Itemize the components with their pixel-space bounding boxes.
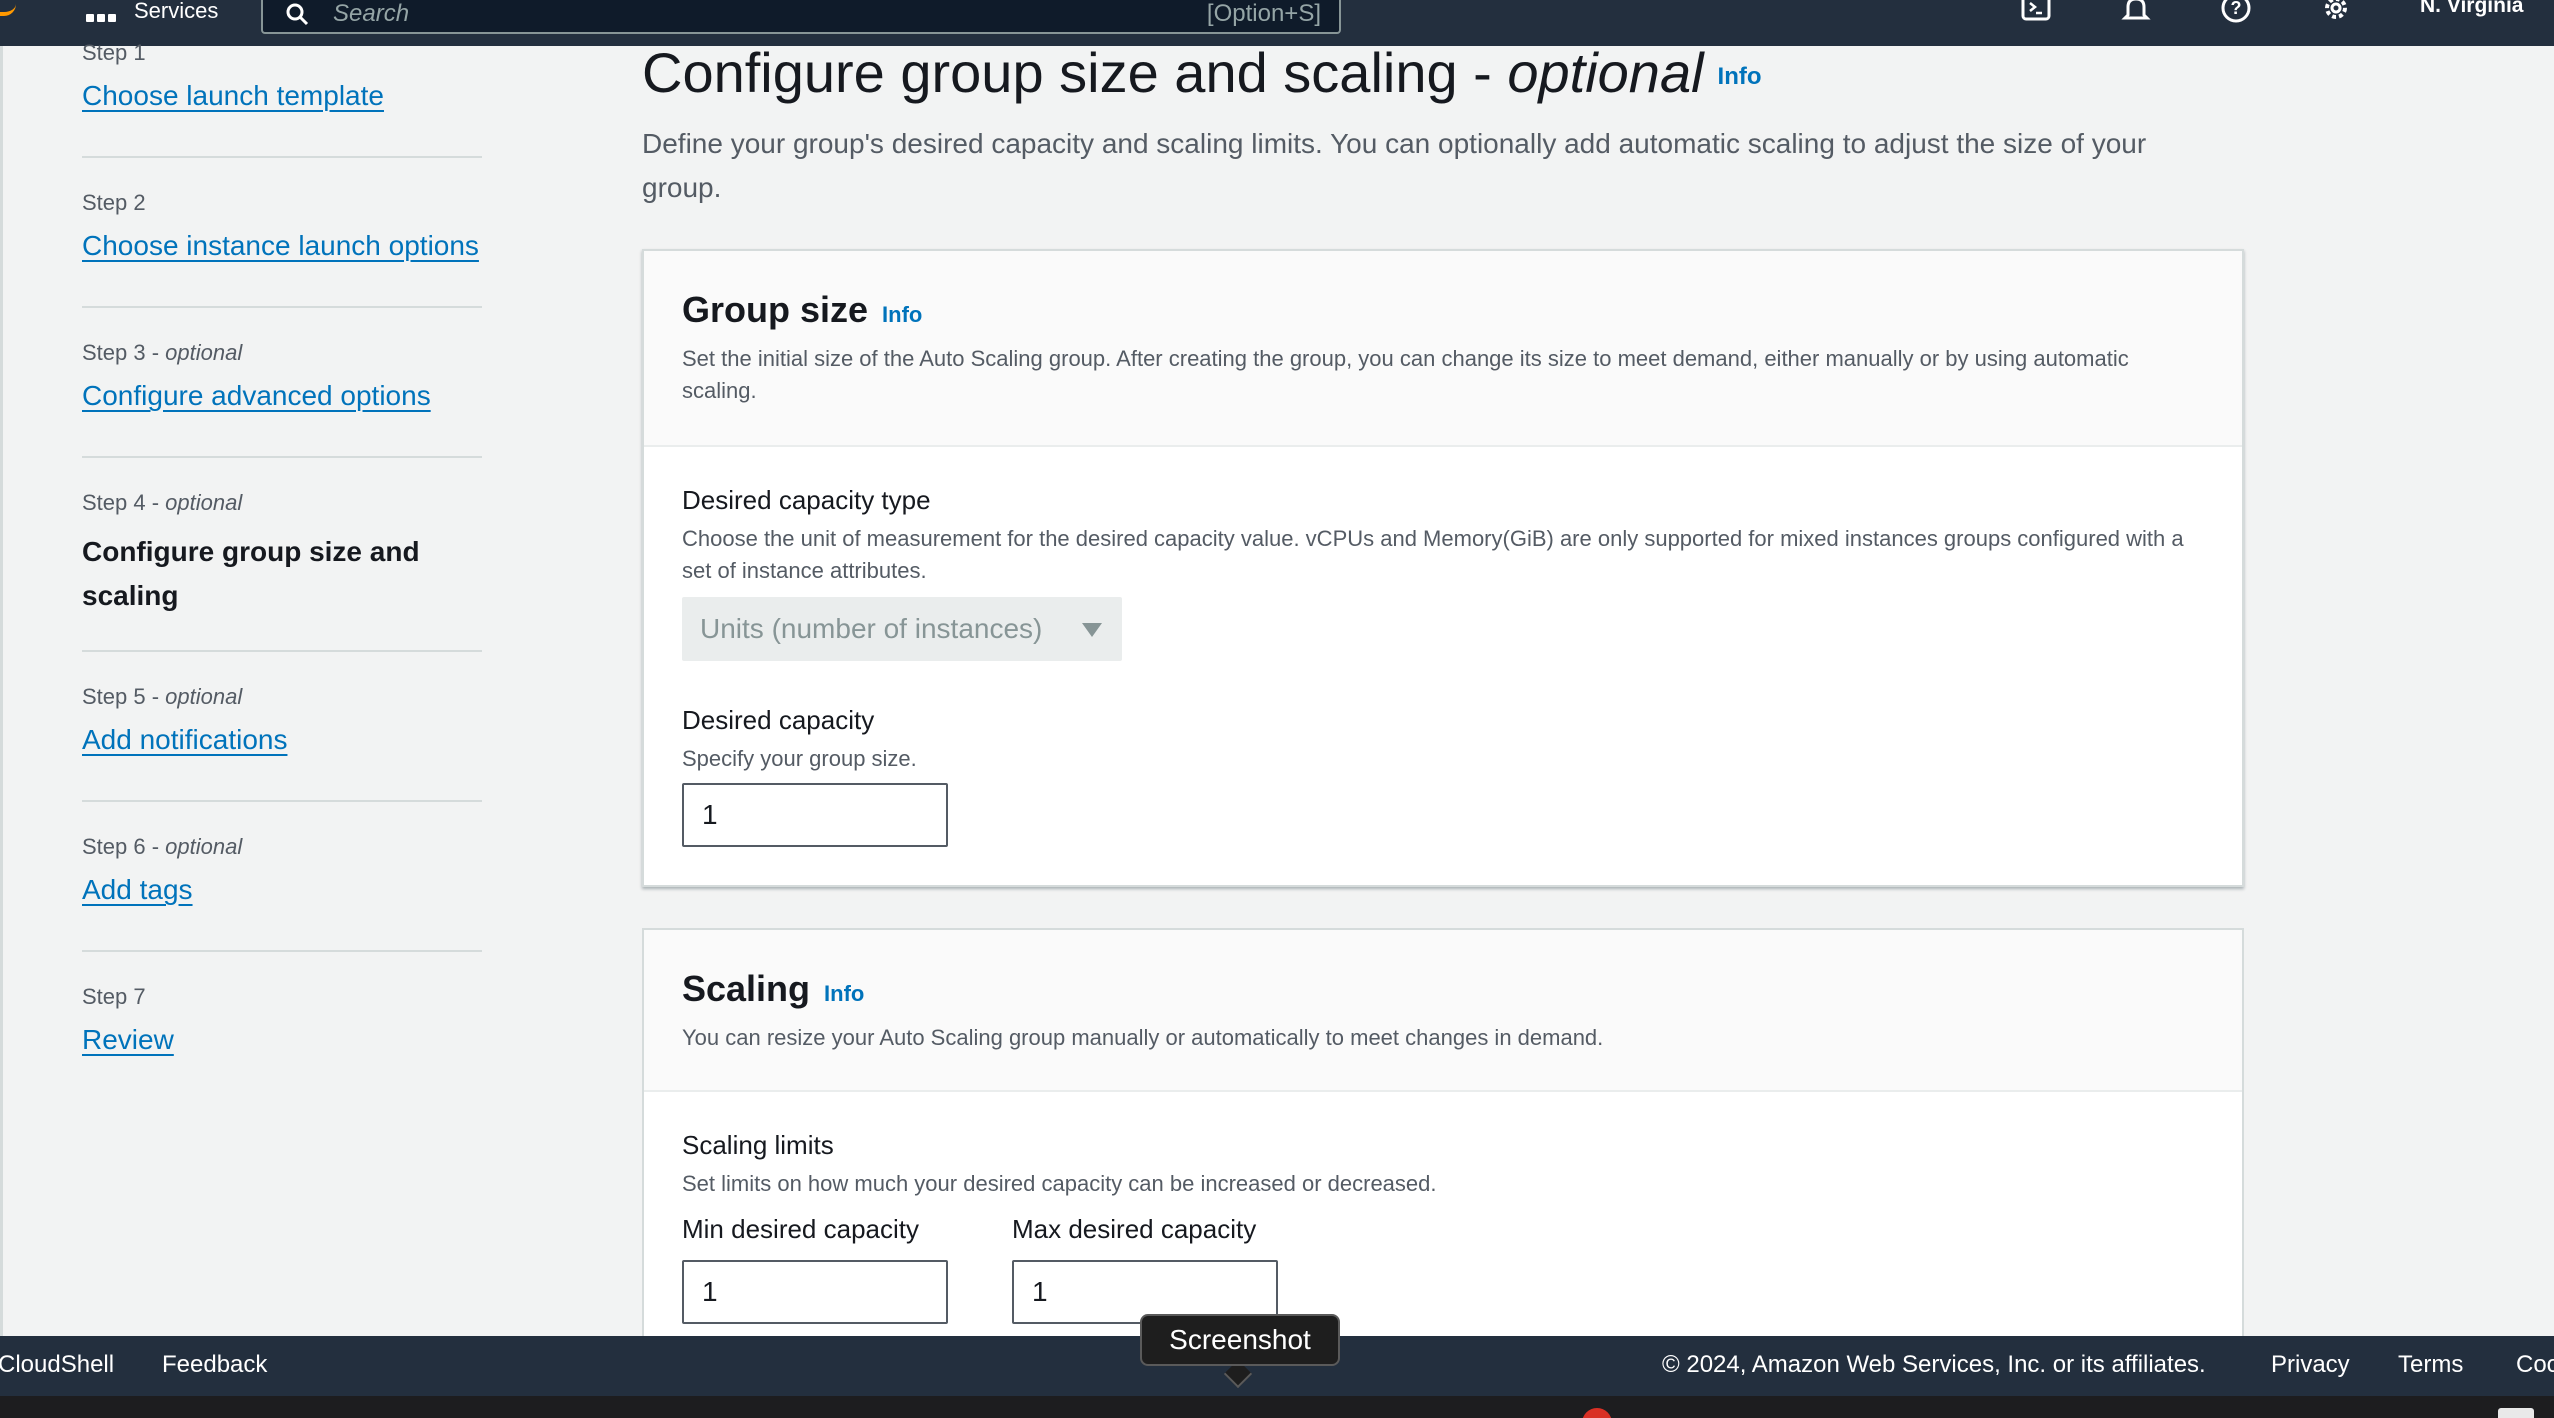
- services-label: Services: [134, 0, 219, 23]
- screenshot-tooltip: Screenshot: [1140, 1314, 1340, 1366]
- input-value: 1: [702, 1276, 718, 1307]
- step-link-add-tags[interactable]: Add tags: [82, 874, 193, 906]
- search-input[interactable]: Search [Option+S]: [261, 0, 1341, 34]
- group-size-panel: Group size Info Set the initial size of t…: [642, 249, 2244, 887]
- step-divider: [82, 950, 482, 952]
- wizard-step-2: Step 2 Choose instance launch options: [82, 190, 482, 262]
- settings-icon[interactable]: [2318, 0, 2354, 26]
- group-size-description: Set the initial size of the Auto Scaling…: [682, 346, 2129, 403]
- wizard-step-1: Step 1 Choose launch template: [82, 40, 482, 112]
- cloudshell-icon[interactable]: [2018, 0, 2054, 26]
- scaling-header: Scaling Info You can resize your Auto Sca…: [644, 930, 2242, 1092]
- scaling-panel: Scaling Info You can resize your Auto Sca…: [642, 928, 2244, 1348]
- step-link-review[interactable]: Review: [82, 1024, 174, 1056]
- desired-capacity-type-description: Choose the unit of measurement for the d…: [682, 526, 2184, 583]
- min-desired-capacity-label: Min desired capacity: [682, 1214, 919, 1244]
- terms-link[interactable]: Terms: [2398, 1351, 2463, 1379]
- min-desired-capacity-input[interactable]: 1: [682, 1260, 948, 1324]
- page-title: Configure group size and scaling - optio…: [642, 41, 1762, 104]
- step-number: Step 1: [82, 40, 146, 65]
- step-link-configure-advanced-options[interactable]: Configure advanced options: [82, 380, 431, 412]
- wizard-step-3: Step 3 - optional Configure advanced opt…: [82, 340, 482, 412]
- step-link-choose-instance-launch-options[interactable]: Choose instance launch options: [82, 230, 479, 262]
- search-icon: [286, 3, 309, 26]
- aws-logo[interactable]: [0, 2, 16, 16]
- group-size-title: Group size Info: [682, 289, 923, 330]
- step-number: Step 7: [82, 984, 146, 1009]
- desired-capacity-description: Specify your group size.: [682, 746, 917, 771]
- cookie-preferences-link[interactable]: Coo: [2516, 1351, 2554, 1379]
- desired-capacity-input[interactable]: 1: [682, 783, 948, 847]
- scaling-limits-description: Set limits on how much your desired capa…: [682, 1171, 1437, 1196]
- page-info-link[interactable]: Info: [1718, 63, 1762, 90]
- wizard-step-6: Step 6 - optional Add tags: [82, 834, 482, 906]
- privacy-link[interactable]: Privacy: [2271, 1351, 2350, 1379]
- group-size-info-link[interactable]: Info: [882, 302, 922, 327]
- step-number: Step 3 - optional: [82, 340, 243, 365]
- wizard-step-7: Step 7 Review: [82, 984, 482, 1056]
- step-divider: [82, 306, 482, 308]
- feedback-link[interactable]: Feedback: [162, 1351, 267, 1379]
- caret-down-icon: [1082, 623, 1102, 637]
- search-shortcut-hint: [Option+S]: [1206, 0, 1321, 27]
- step-number: Step 2: [82, 190, 146, 215]
- step-number: Step 5 - optional: [82, 684, 243, 709]
- step-link-choose-launch-template[interactable]: Choose launch template: [82, 80, 384, 112]
- copyright-text: © 2024, Amazon Web Services, Inc. or its…: [1662, 1351, 2206, 1378]
- wizard-step-navigation: Step 1 Choose launch template Step 2 Cho…: [0, 40, 560, 1336]
- wizard-step-4: Step 4 - optional Configure group size a…: [82, 490, 482, 618]
- step-divider: [82, 650, 482, 652]
- notifications-icon[interactable]: [2118, 0, 2154, 26]
- desired-capacity-type-select: Units (number of instances): [682, 597, 1122, 661]
- step-divider: [82, 800, 482, 802]
- step-divider: [82, 156, 482, 158]
- services-menu-button[interactable]: Services: [86, 0, 219, 23]
- region-selector[interactable]: N. Virginia: [2420, 0, 2523, 18]
- input-value: 1: [702, 799, 718, 830]
- record-indicator-icon: [1582, 1408, 1612, 1418]
- group-size-header: Group size Info Set the initial size of t…: [644, 251, 2242, 447]
- search-placeholder: Search: [333, 0, 410, 27]
- desired-capacity-type-label: Desired capacity type: [682, 485, 931, 515]
- scaling-limits-label: Scaling limits: [682, 1130, 834, 1160]
- wizard-step-5: Step 5 - optional Add notifications: [82, 684, 482, 756]
- help-icon[interactable]: ?: [2218, 0, 2254, 26]
- grid-icon: [86, 0, 116, 22]
- taskbar-item-icon: [2498, 1408, 2534, 1418]
- os-taskbar-strip: [0, 1396, 2554, 1418]
- step-link-add-notifications[interactable]: Add notifications: [82, 724, 287, 756]
- scaling-description: You can resize your Auto Scaling group m…: [682, 1025, 1604, 1050]
- step-number: Step 6 - optional: [82, 834, 243, 859]
- current-step-label: Configure group size and scaling: [82, 536, 420, 611]
- cloudshell-link[interactable]: CloudShell: [0, 1351, 114, 1379]
- page-description: Define your group's desired capacity and…: [642, 128, 2147, 203]
- scaling-title: Scaling Info: [682, 968, 865, 1009]
- step-number: Step 4 - optional: [82, 490, 243, 515]
- input-value: 1: [1032, 1276, 1048, 1307]
- step-divider: [82, 456, 482, 458]
- max-desired-capacity-label: Max desired capacity: [1012, 1214, 1257, 1244]
- scaling-info-link[interactable]: Info: [824, 981, 864, 1006]
- svg-text:?: ?: [2231, 0, 2242, 18]
- desired-capacity-label: Desired capacity: [682, 705, 875, 735]
- selected-value: Units (number of instances): [700, 613, 1043, 644]
